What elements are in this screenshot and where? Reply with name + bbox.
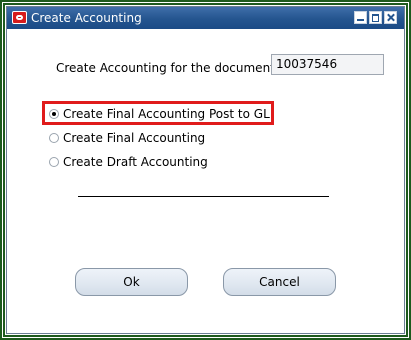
maximize-icon[interactable] xyxy=(369,11,382,24)
radio-button-selected[interactable] xyxy=(49,109,59,119)
radio-button[interactable] xyxy=(49,133,59,143)
radio-button[interactable] xyxy=(49,157,59,167)
close-icon[interactable] xyxy=(384,11,397,24)
dialog-window: Create Accounting Create Accounting for … xyxy=(6,6,405,334)
ok-button[interactable]: Ok xyxy=(75,268,188,296)
document-label: Create Accounting for the document: xyxy=(56,61,279,75)
radio-label: Create Final Accounting xyxy=(63,131,206,145)
separator-line xyxy=(78,196,329,197)
document-number-field[interactable]: 10037546 xyxy=(271,54,384,75)
oracle-logo-icon xyxy=(12,11,27,24)
title-bar[interactable]: Create Accounting xyxy=(7,7,404,29)
cancel-button[interactable]: Cancel xyxy=(223,268,336,296)
radio-label: Create Final Accounting Post to GL xyxy=(63,107,270,121)
window-title: Create Accounting xyxy=(31,11,142,25)
radio-label: Create Draft Accounting xyxy=(63,155,208,169)
minimize-icon[interactable] xyxy=(354,11,367,24)
